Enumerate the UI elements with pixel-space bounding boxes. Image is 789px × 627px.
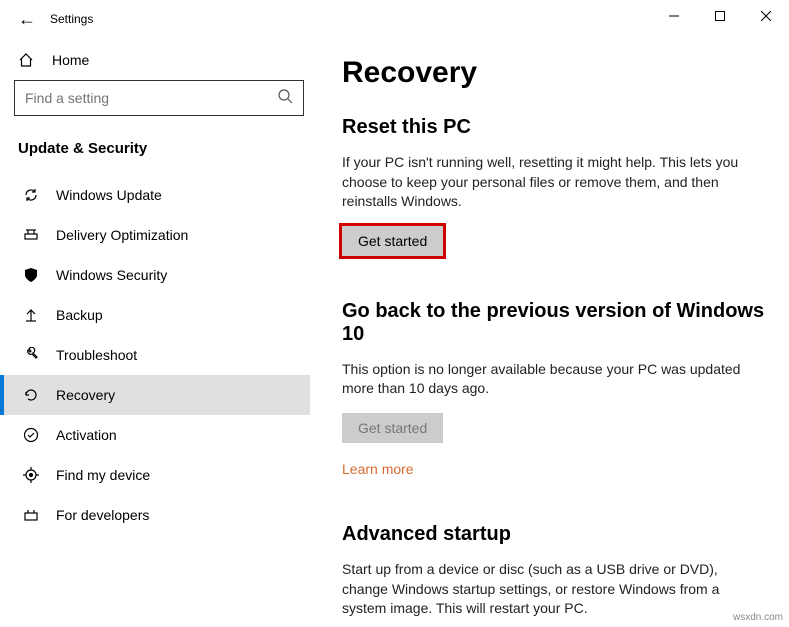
shield-icon	[22, 267, 40, 283]
sidebar-item-label: Find my device	[56, 467, 150, 483]
sidebar: Home Update & Security Windows Update De…	[0, 38, 310, 627]
search-box[interactable]	[14, 80, 304, 116]
reset-get-started-button[interactable]: Get started	[342, 226, 443, 256]
window-title: Settings	[50, 12, 93, 26]
backup-icon	[22, 307, 40, 323]
close-button[interactable]	[743, 0, 789, 32]
main-content: Recovery Reset this PC If your PC isn't …	[310, 38, 789, 627]
maximize-button[interactable]	[697, 0, 743, 32]
developer-icon	[22, 507, 40, 523]
advanced-startup-desc: Start up from a device or disc (such as …	[342, 560, 742, 619]
wrench-icon	[22, 347, 40, 363]
reset-pc-desc: If your PC isn't running well, resetting…	[342, 153, 742, 212]
minimize-button[interactable]	[651, 0, 697, 32]
sidebar-item-for-developers[interactable]: For developers	[0, 495, 310, 535]
watermark: wsxdn.com	[733, 612, 783, 623]
sidebar-item-label: Backup	[56, 307, 103, 323]
window-controls	[651, 0, 789, 32]
sidebar-item-windows-security[interactable]: Windows Security	[0, 255, 310, 295]
go-back-get-started-button: Get started	[342, 413, 443, 443]
sidebar-item-label: Windows Security	[56, 267, 167, 283]
sidebar-item-label: Delivery Optimization	[56, 227, 188, 243]
sidebar-item-find-my-device[interactable]: Find my device	[0, 455, 310, 495]
back-button[interactable]: ←	[18, 9, 46, 30]
sidebar-item-backup[interactable]: Backup	[0, 295, 310, 335]
reset-pc-title: Reset this PC	[342, 116, 767, 139]
sidebar-item-label: Windows Update	[56, 187, 162, 203]
advanced-startup-title: Advanced startup	[342, 523, 767, 546]
sidebar-item-label: For developers	[56, 507, 149, 523]
recovery-icon	[22, 387, 40, 403]
category-header: Update & Security	[14, 138, 310, 175]
search-icon	[277, 88, 293, 109]
page-title: Recovery	[342, 56, 767, 90]
home-label: Home	[52, 52, 89, 68]
sidebar-item-label: Recovery	[56, 387, 115, 403]
search-input[interactable]	[25, 90, 277, 106]
go-back-title: Go back to the previous version of Windo…	[342, 300, 767, 346]
sidebar-item-recovery[interactable]: Recovery	[0, 375, 310, 415]
sidebar-item-delivery-optimization[interactable]: Delivery Optimization	[0, 215, 310, 255]
go-back-desc: This option is no longer available becau…	[342, 360, 742, 399]
sync-icon	[22, 187, 40, 203]
check-circle-icon	[22, 427, 40, 443]
home-icon	[18, 52, 36, 68]
sidebar-item-troubleshoot[interactable]: Troubleshoot	[0, 335, 310, 375]
sidebar-item-windows-update[interactable]: Windows Update	[0, 175, 310, 215]
learn-more-link[interactable]: Learn more	[342, 461, 414, 477]
sidebar-item-label: Activation	[56, 427, 117, 443]
sidebar-item-label: Troubleshoot	[56, 347, 137, 363]
delivery-icon	[22, 227, 40, 243]
sidebar-item-activation[interactable]: Activation	[0, 415, 310, 455]
home-nav[interactable]: Home	[14, 44, 310, 80]
locate-icon	[22, 467, 40, 483]
